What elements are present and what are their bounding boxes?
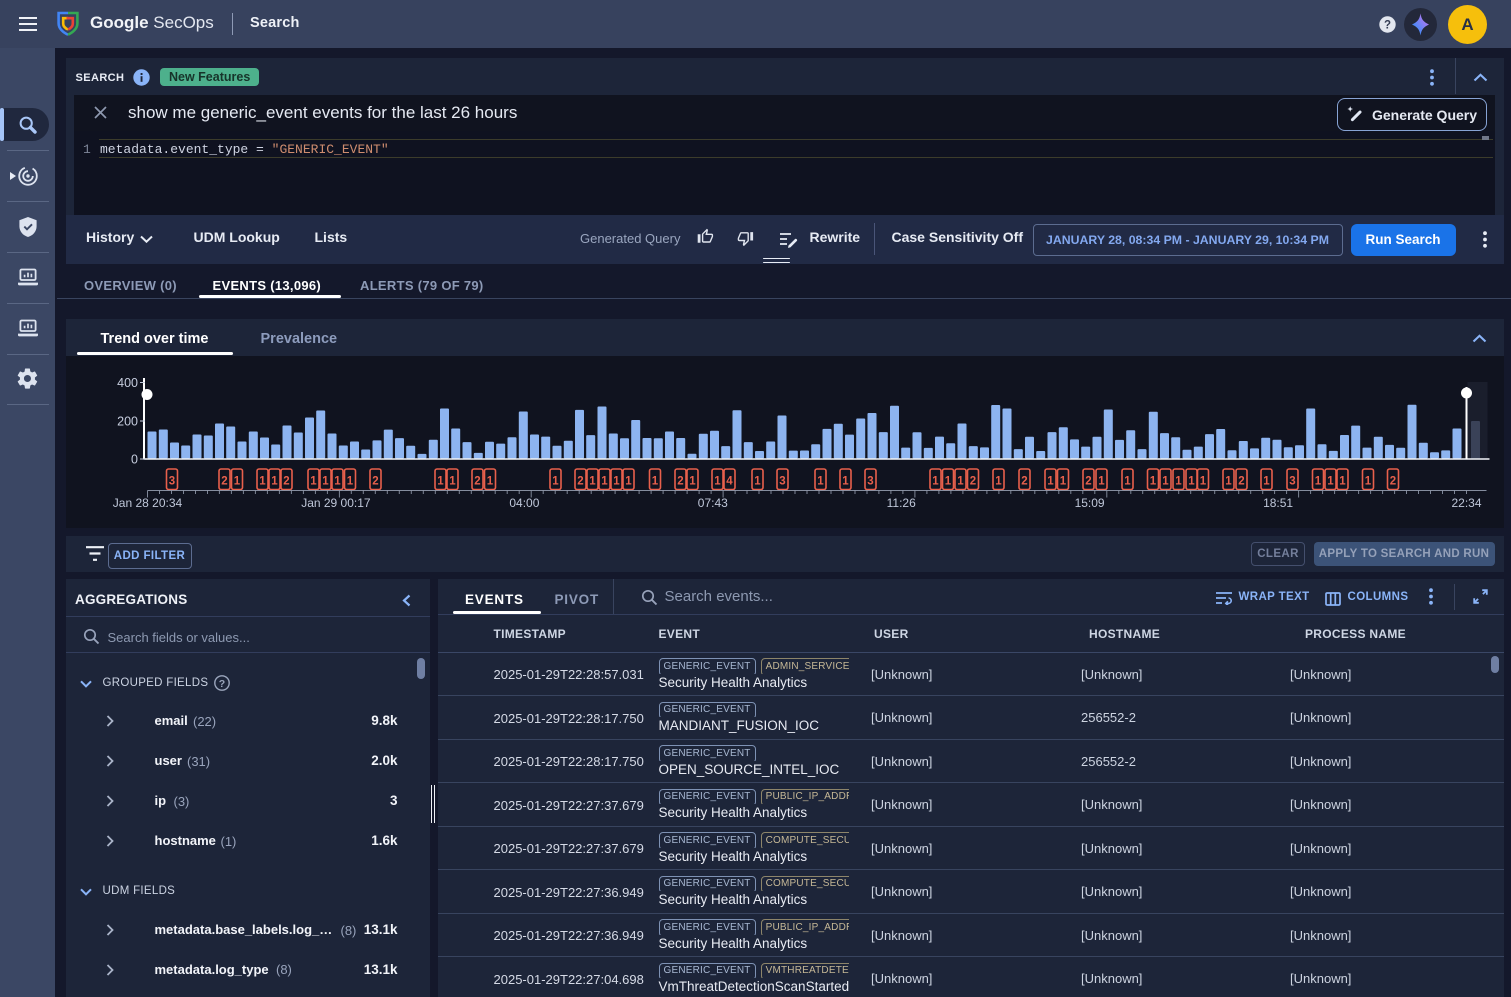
svg-text:1: 1 xyxy=(995,475,1002,487)
svg-text:18:51: 18:51 xyxy=(1263,496,1293,510)
svg-text:1: 1 xyxy=(486,475,493,487)
svg-text:1: 1 xyxy=(1327,475,1334,487)
svg-text:2: 2 xyxy=(221,475,227,487)
svg-text:1: 1 xyxy=(1162,475,1169,487)
svg-text:1: 1 xyxy=(1225,475,1232,487)
svg-text:Jan 28 20:34: Jan 28 20:34 xyxy=(112,496,182,510)
svg-text:1: 1 xyxy=(334,475,341,487)
svg-text:1: 1 xyxy=(437,475,444,487)
svg-text:1: 1 xyxy=(932,475,939,487)
svg-text:2: 2 xyxy=(1085,475,1091,487)
svg-text:3: 3 xyxy=(1289,475,1295,487)
svg-text:2: 2 xyxy=(577,475,583,487)
svg-text:?: ? xyxy=(1384,20,1391,32)
svg-text:1: 1 xyxy=(271,475,278,487)
svg-text:3: 3 xyxy=(168,475,174,487)
svg-text:1: 1 xyxy=(714,475,721,487)
svg-text:2: 2 xyxy=(283,475,289,487)
svg-text:1: 1 xyxy=(651,475,658,487)
svg-text:3: 3 xyxy=(867,475,873,487)
svg-text:3: 3 xyxy=(779,475,785,487)
svg-text:1: 1 xyxy=(689,475,696,487)
svg-text:1: 1 xyxy=(817,475,824,487)
svg-text:1: 1 xyxy=(1059,475,1066,487)
svg-text:400: 400 xyxy=(117,376,138,390)
svg-text:1: 1 xyxy=(552,475,559,487)
svg-text:1: 1 xyxy=(944,475,951,487)
svg-text:1: 1 xyxy=(1149,475,1156,487)
svg-text:1: 1 xyxy=(613,475,620,487)
svg-text:11:26: 11:26 xyxy=(886,496,915,510)
svg-text:2: 2 xyxy=(372,475,378,487)
svg-text:1: 1 xyxy=(1175,475,1182,487)
svg-text:1: 1 xyxy=(1364,475,1371,487)
svg-text:1: 1 xyxy=(1199,475,1206,487)
svg-text:1: 1 xyxy=(259,475,266,487)
svg-text:22:34: 22:34 xyxy=(1451,496,1481,510)
svg-text:2: 2 xyxy=(1021,475,1027,487)
svg-text:1: 1 xyxy=(1314,475,1321,487)
svg-text:1: 1 xyxy=(625,475,632,487)
svg-text:1: 1 xyxy=(601,475,608,487)
svg-text:1: 1 xyxy=(1047,475,1054,487)
svg-text:?: ? xyxy=(218,677,224,689)
svg-text:Jan 29 00:17: Jan 29 00:17 xyxy=(301,496,371,510)
svg-text:1: 1 xyxy=(310,475,317,487)
svg-text:1: 1 xyxy=(1124,475,1131,487)
svg-text:1: 1 xyxy=(1098,475,1105,487)
svg-text:2: 2 xyxy=(1389,475,1395,487)
svg-text:0: 0 xyxy=(131,452,138,466)
svg-text:07:43: 07:43 xyxy=(697,496,727,510)
svg-text:1: 1 xyxy=(1339,475,1346,487)
svg-text:1: 1 xyxy=(589,475,596,487)
svg-text:1: 1 xyxy=(346,475,353,487)
svg-text:4: 4 xyxy=(726,475,733,487)
svg-text:2: 2 xyxy=(677,475,683,487)
svg-text:1: 1 xyxy=(233,475,240,487)
svg-text:1: 1 xyxy=(957,475,964,487)
svg-text:04:00: 04:00 xyxy=(509,496,539,510)
svg-text:2: 2 xyxy=(474,475,480,487)
svg-text:1: 1 xyxy=(1263,475,1270,487)
svg-text:200: 200 xyxy=(117,414,138,428)
svg-text:2: 2 xyxy=(1238,475,1244,487)
svg-text:1: 1 xyxy=(449,475,456,487)
svg-text:15:09: 15:09 xyxy=(1074,496,1104,510)
svg-text:1: 1 xyxy=(842,475,849,487)
svg-text:1: 1 xyxy=(322,475,329,487)
svg-text:1: 1 xyxy=(754,475,761,487)
svg-text:1: 1 xyxy=(1188,475,1195,487)
svg-text:2: 2 xyxy=(969,475,975,487)
